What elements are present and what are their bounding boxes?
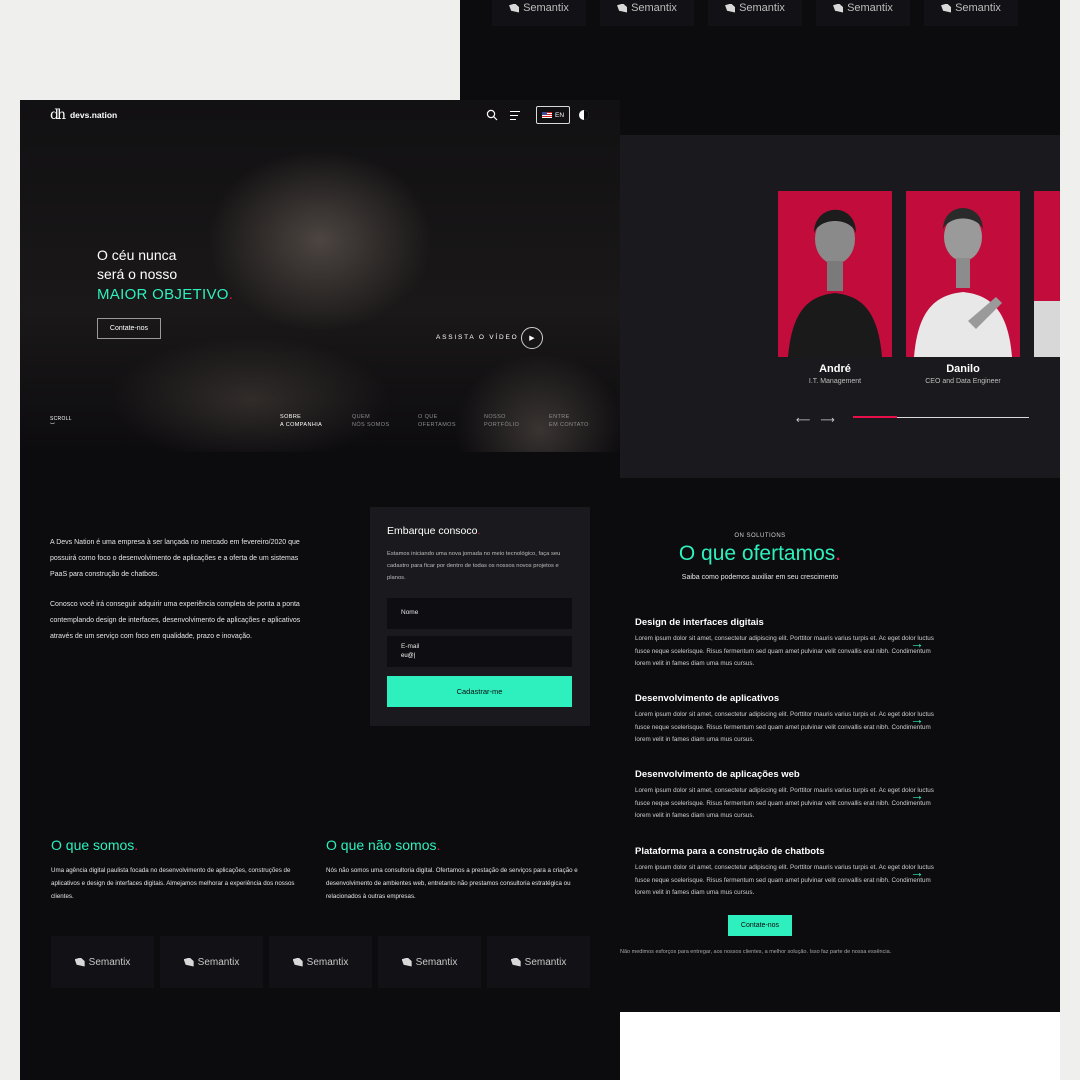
service-description: Lorem ipsum dolor sit amet, consectetur … <box>635 864 934 896</box>
semantix-icon <box>510 957 521 967</box>
service-title: Plataforma para a construção de chatbots <box>635 846 825 857</box>
team-member-name: André <box>819 363 851 375</box>
team-member-card[interactable]: André I.T. Management <box>778 191 892 385</box>
offers-contact-button[interactable]: Contate-nos <box>728 915 792 936</box>
service-item[interactable]: Plataforma para a construção de chatbots… <box>635 846 935 900</box>
hero-section: dh devs.nation EN O céu nunca será o nos… <box>20 100 620 452</box>
team-member-name: Danilo <box>946 363 980 375</box>
partner-logos: Semantix Semantix Semantix Semantix Sema… <box>51 936 591 988</box>
semantix-icon <box>725 3 736 13</box>
team-member-card[interactable] <box>1034 191 1060 357</box>
team-carousel: André I.T. Management Danilo CEO and Dat… <box>620 135 1060 478</box>
partner-logo: Semantix <box>51 936 154 988</box>
semantix-icon <box>941 3 952 13</box>
team-member-photo <box>906 191 1020 357</box>
tab-about[interactable]: SOBRE A COMPANHIA <box>280 413 322 429</box>
page-bottom-area <box>620 1012 1060 1080</box>
team-member-photo <box>1034 191 1060 357</box>
logo-mark-icon: dh <box>50 107 66 123</box>
hero-headline-line2: será o nosso <box>97 266 178 282</box>
arrow-right-icon[interactable]: → <box>910 864 924 880</box>
partner-logo: Semantix <box>708 0 802 26</box>
service-title: Design de interfaces digitais <box>635 617 764 628</box>
chevron-down-icon: ︶ <box>50 423 56 429</box>
team-member-role: CEO and Data Engineer <box>925 378 1001 385</box>
brand-name: devs.nation <box>69 110 118 120</box>
us-flag-icon <box>541 112 552 118</box>
top-nav: dh devs.nation EN <box>20 100 620 130</box>
signup-form: Embarque consoco. Estamos iniciando uma … <box>370 507 590 726</box>
service-item[interactable]: Design de interfaces digitais Lorem ipsu… <box>635 617 935 671</box>
carousel-progress-fill <box>853 416 897 418</box>
brand-logo[interactable]: dh devs.nation <box>50 107 117 123</box>
watch-video-label[interactable]: ASSISTA O VÍDEO <box>436 334 519 341</box>
partner-logo: Semantix <box>600 0 694 26</box>
arrow-right-icon[interactable]: → <box>910 711 924 727</box>
tab-portfolio[interactable]: NOSSO PORTFÓLIO <box>484 413 519 429</box>
team-member-photo <box>778 191 892 357</box>
menu-icon[interactable] <box>510 111 520 120</box>
service-description: Lorem ipsum dolor sit amet, consectetur … <box>635 711 934 743</box>
service-title: Desenvolvimento de aplicativos <box>635 693 780 704</box>
service-item[interactable]: Desenvolvimento de aplicações web Lorem … <box>635 769 935 823</box>
theme-toggle-icon[interactable] <box>579 110 589 120</box>
email-field[interactable]: E-mail eu@| <box>387 636 572 667</box>
signup-submit-button[interactable]: Cadastrar-me <box>387 676 572 707</box>
semantix-icon <box>509 3 520 13</box>
tab-who-we-are[interactable]: QUEM NÓS SOMOS <box>352 413 390 429</box>
scroll-indicator[interactable]: SCROLL ︶ <box>50 416 72 429</box>
hero-headline-line1: O céu nunca <box>97 247 177 263</box>
service-description: Lorem ipsum dolor sit amet, consectetur … <box>635 787 934 819</box>
who-we-are-not-title: O que não somos. <box>326 837 441 853</box>
tab-contact[interactable]: ENTRE EM CONTATO <box>549 413 589 429</box>
signup-title: Embarque consoco. <box>387 525 481 537</box>
offers-footer-note: Não medimos esforços para entregar, aos … <box>620 949 892 955</box>
play-icon[interactable]: ▶ <box>521 327 543 349</box>
semantix-icon <box>74 957 85 967</box>
semantix-icon <box>617 3 628 13</box>
arrow-right-icon[interactable]: ⟶ <box>820 415 834 426</box>
semantix-icon <box>401 957 412 967</box>
carousel-nav: ⟵ ⟶ <box>796 415 835 426</box>
partner-logo: Semantix <box>492 0 586 26</box>
partner-logo: Semantix <box>378 936 481 988</box>
partner-logo: Semantix <box>487 936 590 988</box>
partner-logo: Semantix <box>816 0 910 26</box>
language-switcher[interactable]: EN <box>536 106 570 124</box>
service-description: Lorem ipsum dolor sit amet, consectetur … <box>635 635 934 667</box>
team-member-card[interactable]: Danilo CEO and Data Engineer <box>906 191 1020 385</box>
partner-logo: Semantix <box>924 0 1018 26</box>
arrow-right-icon[interactable]: → <box>910 635 924 651</box>
who-we-are: O que somos. Uma agência digital paulist… <box>51 837 311 903</box>
who-we-are-not-text: Nós não somos uma consultoria digital. O… <box>326 867 578 900</box>
semantix-icon <box>292 957 303 967</box>
who-we-are-not: O que não somos. Nós não somos uma consu… <box>326 837 586 903</box>
arrow-left-icon[interactable]: ⟵ <box>796 415 810 426</box>
name-field[interactable]: Nome <box>387 598 572 629</box>
signup-intro: Estamos iniciando uma nova jornada no me… <box>387 551 561 581</box>
service-item[interactable]: Desenvolvimento de aplicativos Lorem ips… <box>635 693 935 747</box>
partner-logo: Semantix <box>160 936 263 988</box>
partner-logos-strip: Semantix Semantix Semantix Semantix Sema… <box>460 0 1060 30</box>
carousel-progress <box>853 416 1029 418</box>
about-text: A Devs Nation é uma empresa à ser lançad… <box>50 539 301 640</box>
search-icon[interactable] <box>486 109 498 121</box>
arrow-right-icon[interactable]: → <box>910 787 924 803</box>
partner-logo: Semantix <box>269 936 372 988</box>
tab-what-we-offer[interactable]: O QUE OFERTAMOS <box>418 413 456 429</box>
semantix-icon <box>833 3 844 13</box>
hero-headline-highlight: MAIOR OBJETIVO. <box>97 286 234 303</box>
service-title: Desenvolvimento de aplicações web <box>635 769 800 780</box>
who-we-are-text: Uma agência digital paulista focada no d… <box>51 867 295 900</box>
who-we-are-title: O que somos. <box>51 837 139 853</box>
home-page: dh devs.nation EN O céu nunca será o nos… <box>20 100 620 1080</box>
hero-contact-button[interactable]: Contate-nos <box>97 318 161 339</box>
semantix-icon <box>183 957 194 967</box>
team-member-role: I.T. Management <box>808 378 862 385</box>
